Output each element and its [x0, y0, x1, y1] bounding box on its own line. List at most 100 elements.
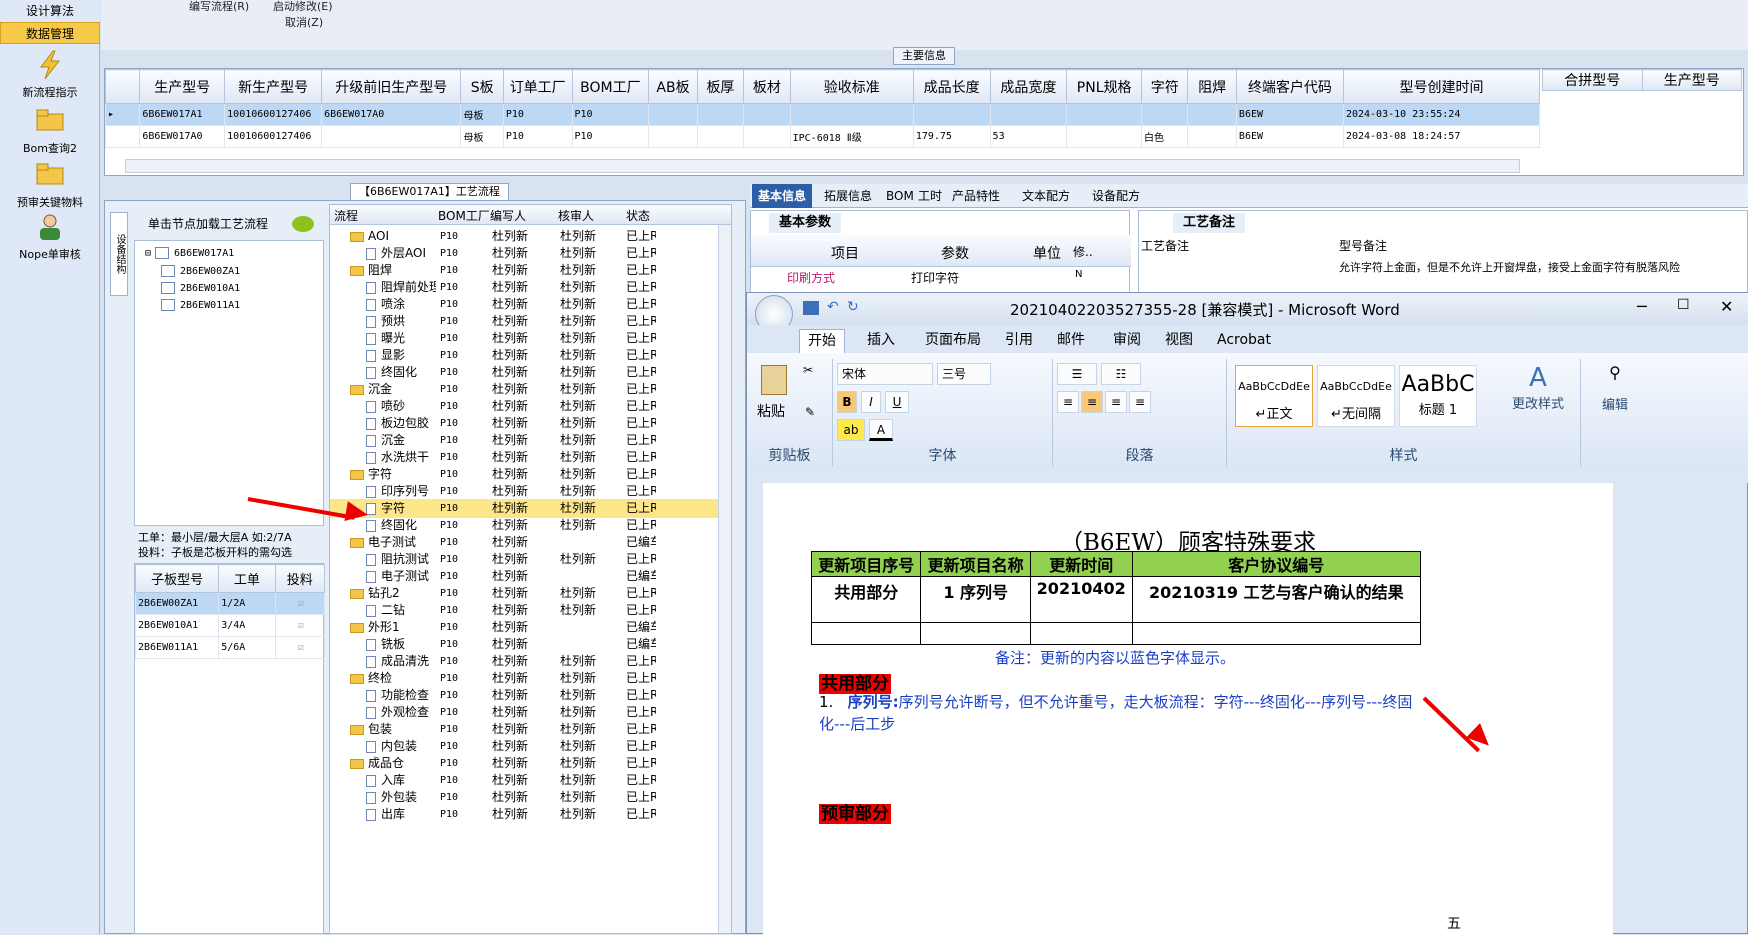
flow-col-3[interactable]: 核审人	[558, 207, 594, 224]
main-col-5[interactable]: BOM工厂	[571, 69, 650, 104]
paste-label[interactable]: 粘贴	[757, 401, 785, 421]
right-tab-0[interactable]: 基本信息	[752, 184, 813, 208]
sub-row[interactable]: 2B6EW010A1 3/4A ☑	[134, 614, 325, 637]
main-col-10[interactable]: 成品长度	[912, 69, 991, 104]
highlight-button[interactable]: ab	[837, 419, 865, 441]
word-tab-2[interactable]: 页面布局	[917, 329, 989, 353]
main-col-13[interactable]: 字符	[1140, 69, 1189, 104]
right-tab-4[interactable]: 产品特性	[946, 184, 1006, 208]
checkbox[interactable]: ☑	[274, 592, 325, 615]
word-tab-3[interactable]: 引用	[997, 329, 1041, 353]
vertical-tab[interactable]: 设备结构	[110, 212, 128, 296]
underline-button[interactable]: U	[885, 391, 909, 413]
numbering-button[interactable]: ☷	[1101, 363, 1141, 385]
sub-col-0[interactable]: 子板型号	[134, 564, 220, 593]
right-tab-1[interactable]: 拓展信息	[818, 184, 878, 208]
style-0[interactable]: AaBbCcDdEe ↵正文	[1235, 365, 1313, 427]
font-color-button[interactable]: A	[869, 419, 893, 441]
table-row[interactable]: ▸ 6B6EW017A1 10010600127406 6B6EW017A0 母板 P10…	[104, 103, 1541, 126]
ime-bar[interactable]: 五	[1417, 913, 1567, 935]
main-col-3[interactable]: S板	[460, 69, 504, 104]
nav-data-management[interactable]: 数据管理	[0, 22, 100, 44]
merge-col[interactable]: 合拼型号	[1542, 69, 1643, 91]
vertical-scrollbar[interactable]	[718, 225, 731, 933]
cut-icon[interactable]: ✂	[803, 363, 813, 377]
checkbox[interactable]: ☑	[274, 614, 325, 637]
flow-col-0[interactable]: 流程	[334, 207, 358, 224]
document-page[interactable]: （B6EW）顾客特殊要求 更新项目序号 更新项目名称 更新时间 客户协议编号 共用部分…	[763, 483, 1613, 935]
main-col-16[interactable]: 型号创建时间	[1342, 69, 1541, 104]
flow-col-1[interactable]: BOM工厂	[438, 207, 490, 224]
tree-child[interactable]: 2B6EW010A1	[161, 282, 240, 294]
folder-icon	[350, 588, 364, 599]
main-col-12[interactable]: PNL规格	[1066, 69, 1142, 104]
main-col-1[interactable]: 新生产型号	[224, 69, 323, 104]
main-col-0[interactable]: 生产型号	[139, 69, 226, 104]
main-col-15[interactable]: 终端客户代码	[1235, 69, 1344, 104]
table-row[interactable]: 6B6EW017A0 10010600127406 母板 P10 P10 IPC-6018…	[104, 125, 1541, 148]
main-col-4[interactable]: 订单工厂	[502, 69, 573, 104]
word-tab-7[interactable]: Acrobat	[1209, 329, 1279, 353]
word-tab-1[interactable]: 插入	[859, 329, 903, 353]
bold-button[interactable]: B	[837, 391, 857, 413]
word-tab-5[interactable]: 审阅	[1105, 329, 1149, 353]
font-name-select[interactable]: 宋体	[837, 363, 933, 385]
align-center-button[interactable]: ≡	[1081, 391, 1103, 413]
merge-prod-col[interactable]: 生产型号	[1641, 69, 1742, 91]
word-tab-6[interactable]: 视图	[1157, 329, 1201, 353]
align-right-button[interactable]: ≡	[1105, 391, 1127, 413]
sub-row[interactable]: 2B6EW00ZA1 1/2A ☑	[134, 592, 325, 615]
right-tab-3[interactable]: 工时	[912, 184, 948, 208]
row-indicator[interactable]: ▸	[104, 103, 141, 126]
main-col-2[interactable]: 升级前旧生产型号	[321, 69, 462, 104]
bullets-button[interactable]: ☰	[1057, 363, 1097, 385]
main-col-11[interactable]: 成品宽度	[989, 69, 1068, 104]
checkbox[interactable]: ☑	[274, 636, 325, 659]
horizontal-scrollbar[interactable]	[125, 159, 1520, 173]
nav-prereview-material[interactable]: 预审关键物料	[0, 160, 100, 210]
main-col-14[interactable]: 阻焊	[1187, 69, 1237, 104]
main-col-7[interactable]: 板厚	[696, 69, 745, 104]
tree-root[interactable]: ⊟ 6B6EW017A1	[145, 247, 234, 259]
justify-button[interactable]: ≡	[1129, 391, 1151, 413]
word-tab-4[interactable]: 邮件	[1049, 329, 1093, 353]
toolbar-edit-flow[interactable]: 编写流程(R)	[189, 0, 249, 14]
align-left-button[interactable]: ≡	[1057, 391, 1079, 413]
nav-bom-query[interactable]: Bom查询2	[0, 106, 100, 156]
paste-icon[interactable]	[761, 365, 787, 395]
word-tab-0[interactable]: 开始	[799, 329, 845, 353]
flow-row[interactable]: 出库 P10 杜列新 杜列新 已上R	[330, 805, 731, 824]
redo-icon[interactable]: ↻	[847, 299, 859, 315]
toolbar-start-modify[interactable]: 启动修改(E)	[273, 0, 333, 14]
main-col-9[interactable]: 验收标准	[789, 69, 914, 104]
nav-new-flow[interactable]: 新流程指示	[0, 50, 100, 100]
sub-row[interactable]: 2B6EW011A1 5/6A ☑	[134, 636, 325, 659]
main-col-6[interactable]: AB板	[648, 69, 698, 104]
font-size-select[interactable]: 三号	[937, 363, 991, 385]
italic-button[interactable]: I	[861, 391, 881, 413]
nav-design-algorithm[interactable]: 设计算法	[0, 0, 100, 22]
style-2[interactable]: AaBbC 标题 1	[1399, 365, 1477, 427]
flow-col-4[interactable]: 状态	[626, 207, 650, 224]
save-icon[interactable]	[803, 301, 819, 315]
tree-child[interactable]: 2B6EW00ZA1	[161, 265, 240, 277]
sub-col-1[interactable]: 工单	[218, 564, 276, 593]
row-indicator[interactable]	[104, 125, 141, 148]
right-tab-5[interactable]: 文本配方	[1016, 184, 1076, 208]
minimize-icon[interactable]: ─	[1637, 297, 1647, 316]
maximize-icon[interactable]: ☐	[1677, 297, 1690, 313]
flow-col-2[interactable]: 编写人	[490, 207, 526, 224]
format-painter-icon[interactable]: ✎	[805, 405, 815, 419]
edit-button[interactable]: ⚲ 编辑	[1593, 363, 1637, 413]
style-1[interactable]: AaBbCcDdEe ↵无间隔	[1317, 365, 1395, 427]
tree-child[interactable]: 2B6EW011A1	[161, 299, 240, 311]
sub-col-2[interactable]: 投料	[274, 564, 325, 593]
change-styles-button[interactable]: A 更改样式	[1507, 363, 1569, 412]
right-tab-6[interactable]: 设备配方	[1086, 184, 1146, 208]
nav-nope-review[interactable]: Nope单审核	[0, 212, 100, 262]
main-col-8[interactable]: 板材	[743, 69, 791, 104]
close-icon[interactable]: ✕	[1720, 297, 1733, 316]
param-print-value[interactable]: 打印字符	[911, 269, 959, 286]
toolbar-cancel[interactable]: 取消(Z)	[285, 14, 323, 30]
undo-icon[interactable]: ↶	[827, 299, 839, 315]
